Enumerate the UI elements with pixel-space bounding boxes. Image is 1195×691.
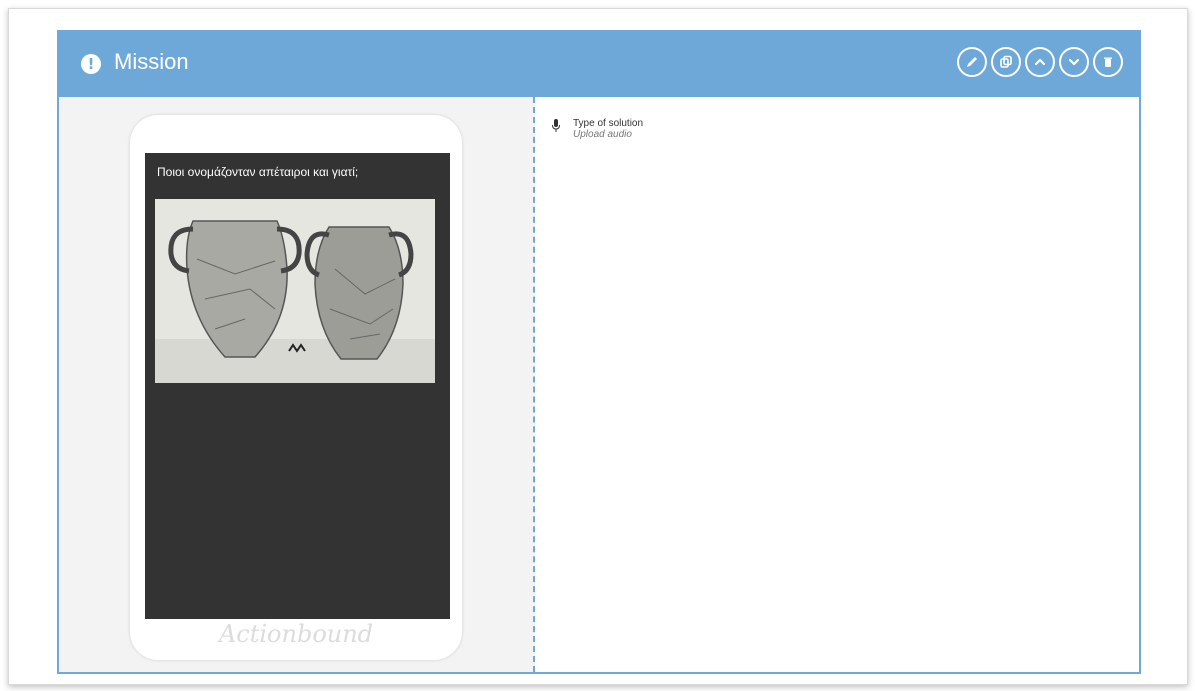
chevron-up-icon [1034,58,1046,66]
solution-type-label: Type of solution [573,118,644,129]
exclamation-icon: ! [81,54,101,74]
header-actions [957,47,1123,77]
pencil-icon [967,57,977,67]
solution-type-value: Upload audio [573,129,632,140]
amphorae-image [155,199,435,383]
move-up-button[interactable] [1025,47,1055,77]
chevron-down-icon [1068,58,1080,66]
move-down-button[interactable] [1059,47,1089,77]
edit-button[interactable] [957,47,987,77]
solution-info: Type of solution Upload audio [551,118,643,140]
solution-pane: Type of solution Upload audio [535,97,1139,672]
phone-screen: Ποιοι ονομάζονταν απέταιροι και γιατί; [145,153,450,619]
phone-preview: Ποιοι ονομάζονταν απέταιροι και γιατί; A… [130,115,462,660]
actionbound-logo: Actionbound [218,620,374,648]
mission-panel: ! Mission Ποιοι ονομάζονταν απέταιροι κα… [57,30,1141,674]
microphone-icon [552,119,560,132]
mission-title: Mission [114,49,189,74]
copy-icon [1000,55,1012,68]
copy-button[interactable] [991,47,1021,77]
question-text: Ποιοι ονομάζονταν απέταιροι και γιατί; [157,165,359,179]
trash-icon [1104,57,1112,67]
mission-header: ! Mission [59,32,1139,97]
delete-button[interactable] [1093,47,1123,77]
solution-text: Type of solution Upload audio [573,118,643,140]
preview-pane: Ποιοι ονομάζονταν απέταιροι και γιατί; A… [59,97,535,672]
